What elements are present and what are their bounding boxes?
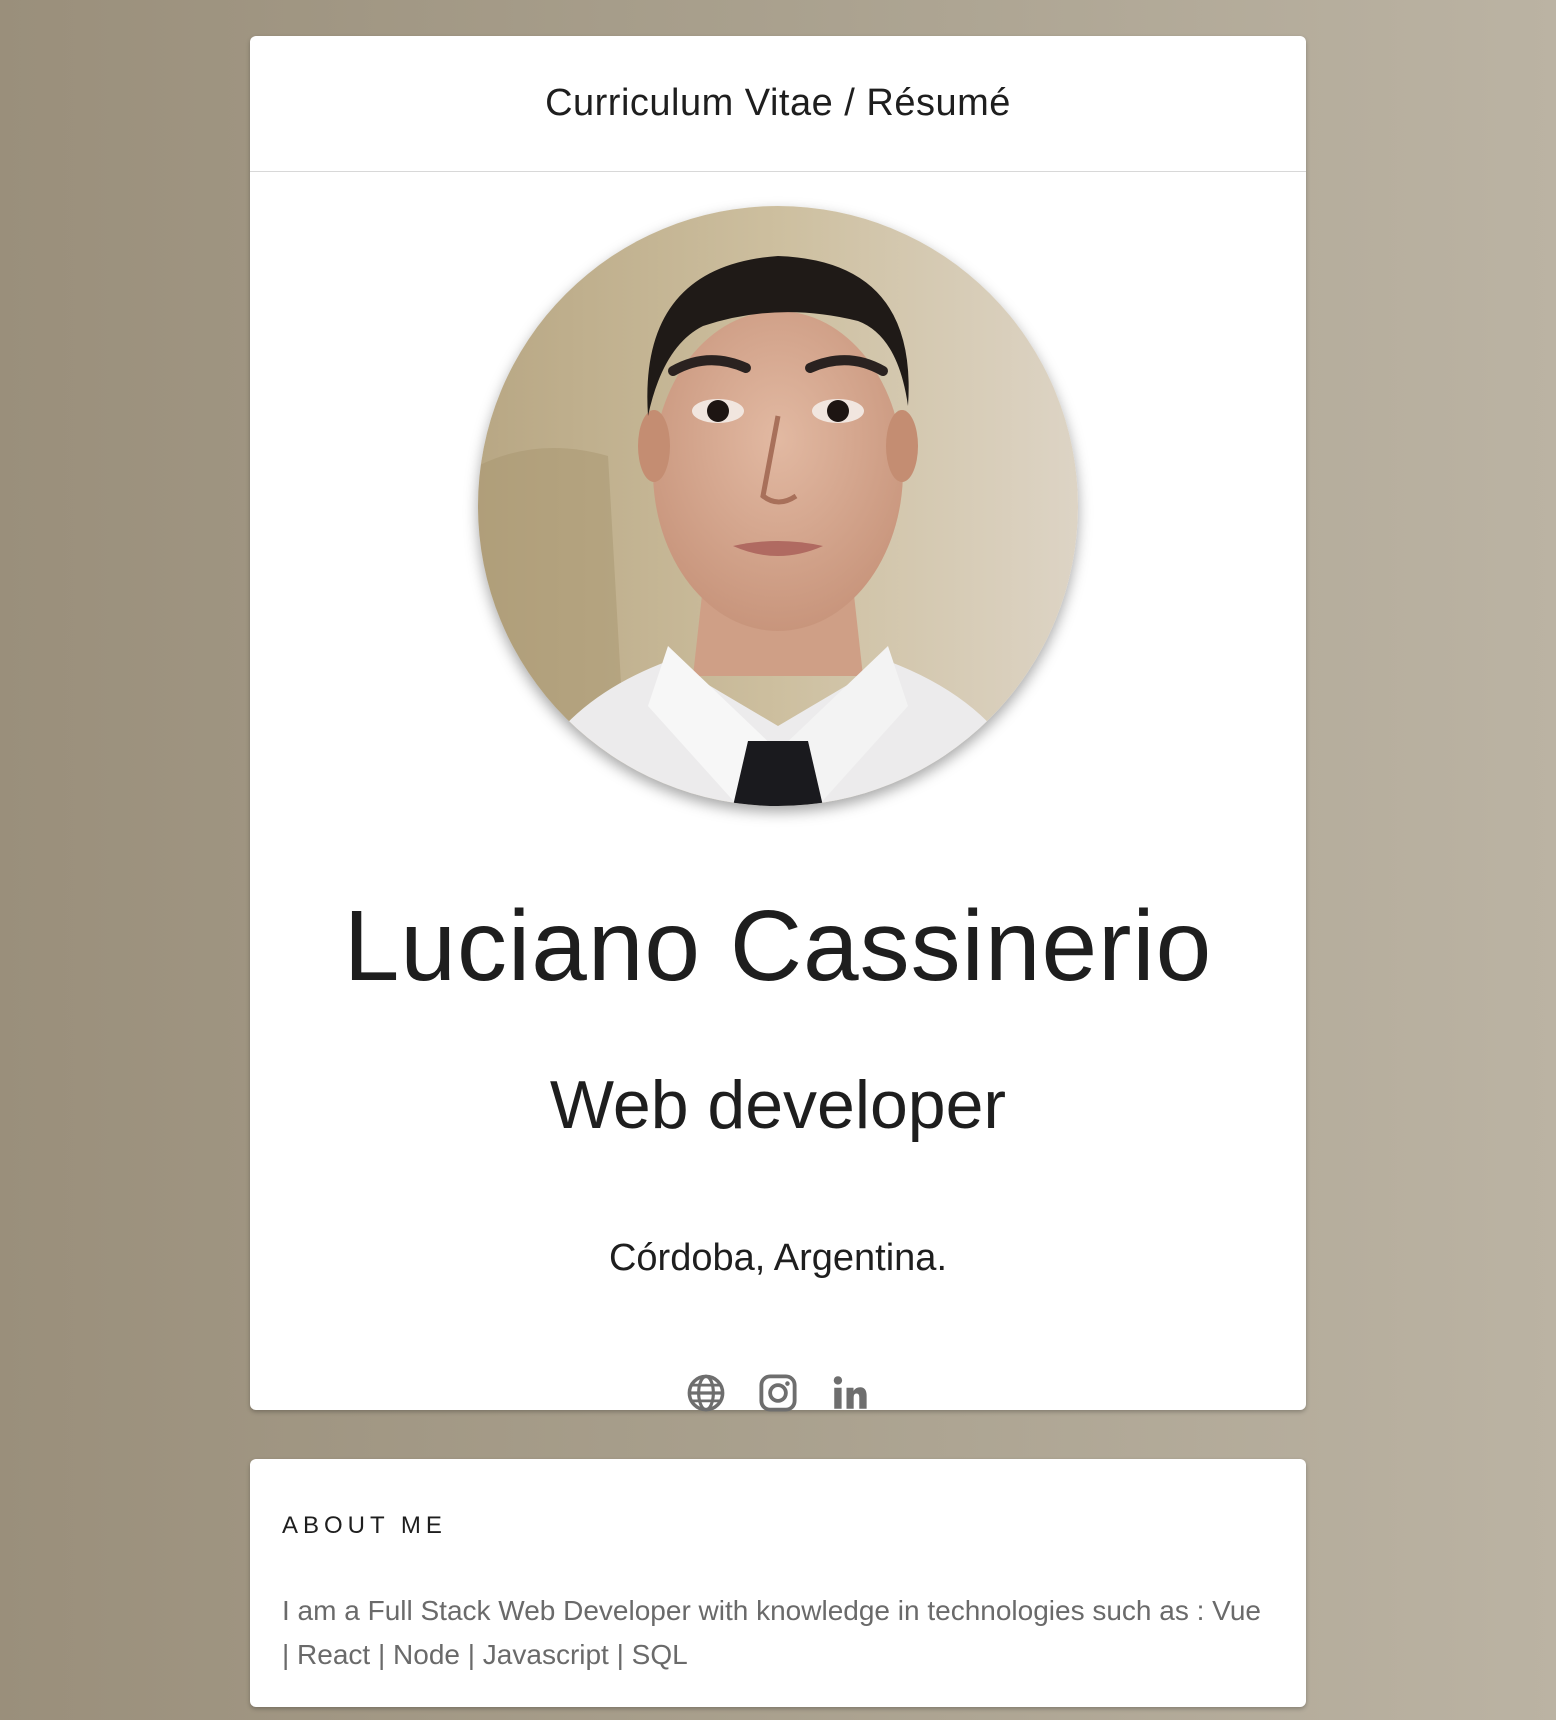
- instagram-icon: [759, 1374, 797, 1412]
- profile-card: Curriculum Vitae / Résumé Luciano Cassin…: [250, 36, 1306, 1412]
- website-link[interactable]: [685, 1372, 727, 1414]
- card-header: Curriculum Vitae / Résumé: [250, 36, 1306, 172]
- about-text: I am a Full Stack Web Developer with kno…: [282, 1595, 1261, 1670]
- linkedin-link[interactable]: [829, 1372, 871, 1414]
- instagram-link[interactable]: [757, 1372, 799, 1414]
- about-title: ABOUT ME: [282, 1512, 447, 1539]
- avatar: [478, 206, 1078, 806]
- profile-location: Córdoba, Argentina.: [608, 1237, 947, 1279]
- page-title: Curriculum Vitae / Résumé: [545, 82, 1011, 124]
- about-card: ABOUT ME I am a Full Stack Web Developer…: [250, 1459, 1306, 1707]
- social-links: [250, 1372, 1306, 1414]
- profile-name: Luciano Cassinerio: [343, 890, 1213, 1002]
- avatar-photo: [478, 206, 1078, 806]
- profile-role: Web developer: [549, 1067, 1007, 1143]
- globe-icon: [687, 1374, 725, 1412]
- linkedin-icon: [833, 1376, 867, 1409]
